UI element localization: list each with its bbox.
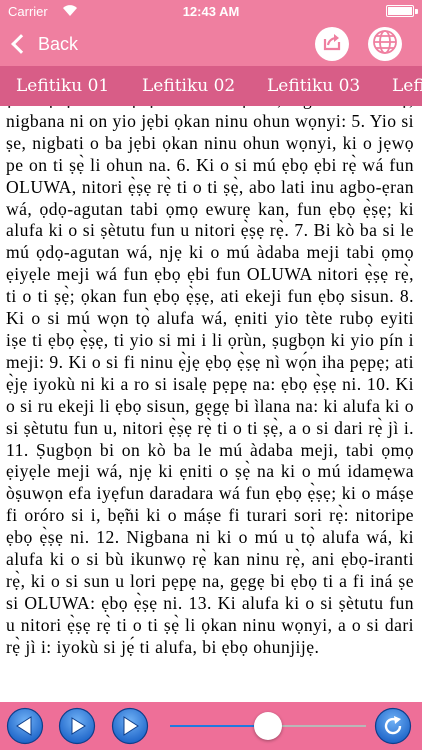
back-button[interactable]: Back — [10, 30, 78, 58]
next-icon — [111, 707, 149, 745]
refresh-button[interactable] — [374, 707, 412, 745]
play-icon — [58, 707, 96, 745]
audio-progress-slider[interactable] — [170, 711, 366, 741]
audio-toolbar — [0, 702, 422, 750]
tab-chapter-03[interactable]: Lefitiku 03 — [267, 66, 360, 106]
chevron-left-icon — [11, 34, 31, 54]
clock: 12:43 AM — [182, 4, 240, 19]
next-button[interactable] — [111, 707, 149, 745]
slider-track-remaining — [268, 725, 366, 727]
status-bar: Carrier 12:43 AM — [0, 0, 422, 22]
chapter-content[interactable]: ṣe si ẹbọ sisun: ẹbọ ti a fi iná ṣe ni, … — [0, 106, 422, 702]
tab-chapter-01[interactable]: Lefitiku 01 — [16, 66, 109, 106]
globe-icon — [372, 29, 398, 60]
battery-icon — [386, 5, 418, 17]
refresh-icon — [374, 707, 412, 745]
back-label: Back — [38, 33, 79, 54]
share-button[interactable] — [315, 27, 349, 61]
play-button[interactable] — [58, 707, 96, 745]
slider-thumb[interactable] — [254, 712, 282, 740]
share-icon — [322, 32, 342, 57]
chapter-tabs: Lefitiku 01 Lefitiku 02 Lefitiku 03 Lefi — [0, 66, 422, 106]
language-button[interactable] — [368, 27, 402, 61]
tab-chapter-02[interactable]: Lefitiku 02 — [142, 66, 235, 106]
chapter-text: ṣe si ẹbọ sisun: ẹbọ ti a fi iná ṣe ni, … — [6, 106, 414, 657]
previous-button[interactable] — [6, 707, 44, 745]
tab-chapter-04[interactable]: Lefi — [392, 66, 422, 106]
navigation-bar: Back — [0, 22, 422, 66]
previous-icon — [6, 707, 44, 745]
